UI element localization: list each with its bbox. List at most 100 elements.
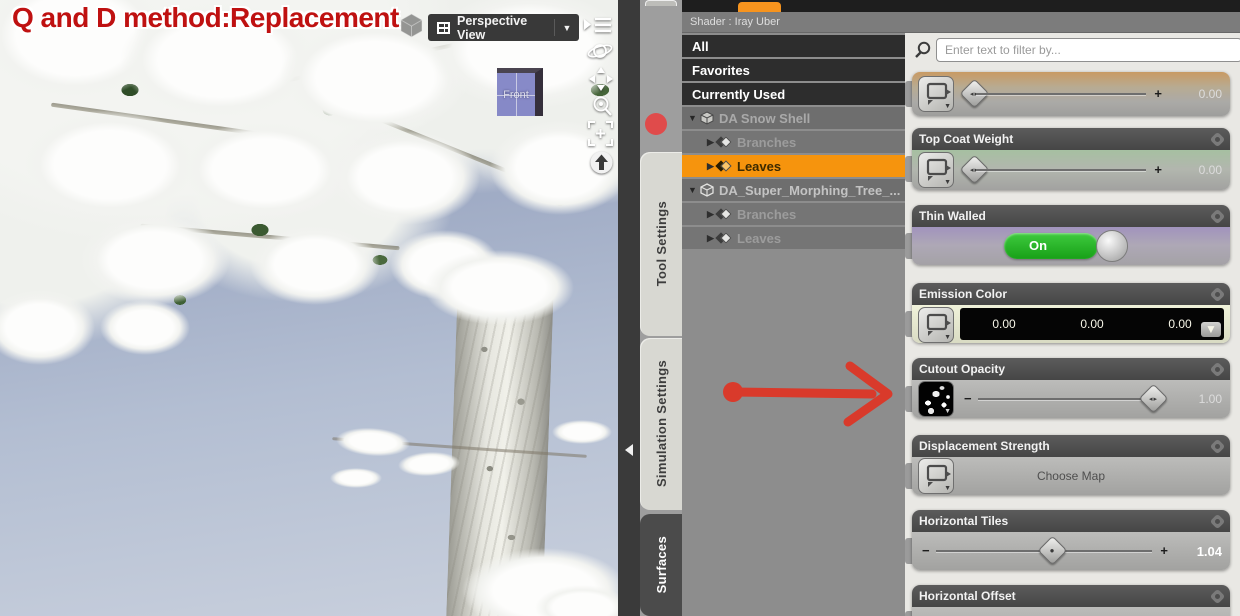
- slider-track[interactable]: [976, 93, 1146, 95]
- pane-tab-strip: [682, 0, 1240, 12]
- surface-item-branches[interactable]: ▶ Branches: [682, 131, 905, 153]
- partial-tab[interactable]: [645, 0, 677, 6]
- gear-icon[interactable]: [1209, 361, 1226, 377]
- param-title: Top Coat Weight: [919, 132, 1014, 146]
- nudge-plus[interactable]: +: [1160, 543, 1168, 558]
- gear-icon[interactable]: [1209, 438, 1226, 454]
- map-button[interactable]: ▼: [918, 152, 954, 188]
- slider-handle[interactable]: ◂▸: [1138, 383, 1169, 414]
- param-value[interactable]: 1.00: [1170, 392, 1222, 406]
- orbit-icon[interactable]: [586, 40, 614, 62]
- param-title: Horizontal Tiles: [919, 514, 1009, 528]
- list-item-favorites[interactable]: Favorites: [682, 59, 905, 81]
- nudge-plus[interactable]: +: [1154, 86, 1162, 101]
- list-item-currently-used[interactable]: Currently Used: [682, 83, 905, 105]
- list-item-all[interactable]: All: [682, 35, 905, 57]
- param-group-emission-color: Emission Color ▼ 0.00 0.00 0.00 ▼: [912, 283, 1230, 343]
- nudge-plus[interactable]: +: [1154, 162, 1162, 177]
- surface-item-leaves-2[interactable]: ▶ Leaves: [682, 227, 905, 249]
- scene-cube-icon[interactable]: [398, 12, 425, 44]
- map-caret-icon: ▼: [944, 179, 951, 186]
- slider-track[interactable]: [978, 398, 1164, 400]
- thin-walled-toggle[interactable]: On: [1004, 230, 1129, 262]
- map-button[interactable]: ▼: [918, 76, 954, 112]
- param-value[interactable]: 0.00: [1170, 87, 1222, 101]
- frame-icon[interactable]: [587, 120, 614, 147]
- pan-icon[interactable]: [588, 66, 614, 92]
- surface-icon: [715, 135, 732, 149]
- tab-label: Tool Settings: [653, 201, 669, 287]
- nudge-minus[interactable]: −: [964, 391, 972, 406]
- choose-map-button[interactable]: Choose Map: [912, 457, 1230, 495]
- gear-icon[interactable]: [1209, 131, 1226, 147]
- 3d-viewport[interactable]: Q and D method:Replacement Perspective V…: [0, 0, 618, 616]
- node-cube-icon: [700, 111, 714, 125]
- tab-simulation-settings[interactable]: Simulation Settings: [640, 338, 682, 510]
- map-button[interactable]: ▼: [918, 307, 954, 343]
- texture-map-thumbnail[interactable]: ▼: [918, 381, 954, 417]
- param-group-displacement-strength: Displacement Strength ▼ Choose Map: [912, 435, 1230, 495]
- node-cube-icon: [700, 183, 714, 197]
- chevron-down-icon[interactable]: ▼: [555, 23, 579, 33]
- view-selector-label: Perspective View: [457, 13, 528, 42]
- search-icon: [915, 41, 931, 58]
- param-title: Thin Walled: [919, 209, 986, 223]
- tree-node-label: DA_Super_Morphing_Tree_...: [719, 182, 901, 198]
- tab-label: Simulation Settings: [653, 360, 669, 488]
- annotation-title: Q and D method:Replacement: [12, 2, 399, 33]
- pane-splitter[interactable]: [618, 0, 640, 616]
- list-item-label: All: [692, 38, 709, 54]
- tab-surfaces[interactable]: Surfaces: [640, 514, 682, 616]
- trunk-snow-cap: [424, 250, 574, 325]
- param-group-horizontal-offset: Horizontal Offset: [912, 585, 1230, 616]
- tab-tool-settings[interactable]: Tool Settings: [640, 152, 682, 336]
- pane-menu-icon[interactable]: [582, 14, 614, 36]
- nudge-minus[interactable]: −: [922, 543, 930, 558]
- gear-icon[interactable]: [1209, 513, 1226, 529]
- toggle-on-label[interactable]: On: [1004, 233, 1099, 259]
- twig-snow: [330, 468, 382, 488]
- param-group-partial: ▼ ◂▸ + 0.00: [912, 72, 1230, 116]
- list-item-label: Favorites: [692, 62, 750, 78]
- zoom-icon[interactable]: [590, 94, 614, 118]
- param-value[interactable]: 1.04: [1170, 544, 1222, 559]
- view-selector[interactable]: Perspective View ▼: [428, 13, 579, 42]
- camera-reset-icon[interactable]: [589, 150, 614, 175]
- dock-tab-rail: Tool Settings Simulation Settings Surfac…: [640, 0, 682, 616]
- slider-track[interactable]: [976, 169, 1146, 171]
- tree-node-da-super-morphing-tree[interactable]: ▼ DA_Super_Morphing_Tree_...: [682, 179, 905, 201]
- snow-clump: [180, 120, 350, 220]
- surface-icon: [715, 207, 732, 221]
- tab-label: Surfaces: [653, 536, 669, 594]
- param-value[interactable]: 0.00: [1170, 163, 1222, 177]
- map-caret-icon: ▼: [944, 103, 951, 110]
- surface-item-label: Leaves: [737, 230, 782, 246]
- shader-label: Shader : Iray Uber: [682, 12, 1240, 33]
- color-dropdown-button[interactable]: ▼: [1201, 322, 1221, 337]
- filter-input[interactable]: [936, 38, 1240, 62]
- annotation-red-dot: [645, 113, 667, 135]
- expanded-caret-icon[interactable]: ▼: [686, 185, 699, 195]
- surface-list: All Favorites Currently Used ▼ DA Snow S…: [682, 33, 905, 616]
- viewport-nav-cube[interactable]: Front: [497, 68, 543, 116]
- color-value-g: 0.00: [1080, 317, 1104, 331]
- param-group-thin-walled: Thin Walled On: [912, 205, 1230, 265]
- twig-snow: [552, 420, 612, 444]
- color-value-r: 0.00: [992, 317, 1016, 331]
- annotation-red-arrow: [723, 361, 893, 427]
- expanded-caret-icon[interactable]: ▼: [686, 113, 699, 123]
- collapse-arrow-icon[interactable]: [625, 444, 633, 456]
- gear-icon[interactable]: [1209, 286, 1226, 302]
- gear-icon[interactable]: [1209, 208, 1226, 224]
- slider-handle[interactable]: ●: [1037, 535, 1068, 566]
- gear-icon[interactable]: [1209, 588, 1226, 604]
- surface-item-leaves-selected[interactable]: ▶ Leaves: [682, 155, 905, 177]
- surface-item-branches-2[interactable]: ▶ Branches: [682, 203, 905, 225]
- parameter-editor: ▼ ◂▸ + 0.00 Top Coat Weight ▼ ◂▸: [905, 33, 1240, 616]
- tree-node-da-snow-shell[interactable]: ▼ DA Snow Shell: [682, 107, 905, 129]
- toggle-knob[interactable]: [1096, 230, 1129, 262]
- window-grid-icon: [437, 21, 450, 34]
- filter-row: [905, 33, 1240, 66]
- active-pane-tab[interactable]: [738, 2, 781, 12]
- color-swatch-bar[interactable]: 0.00 0.00 0.00 ▼: [960, 308, 1224, 340]
